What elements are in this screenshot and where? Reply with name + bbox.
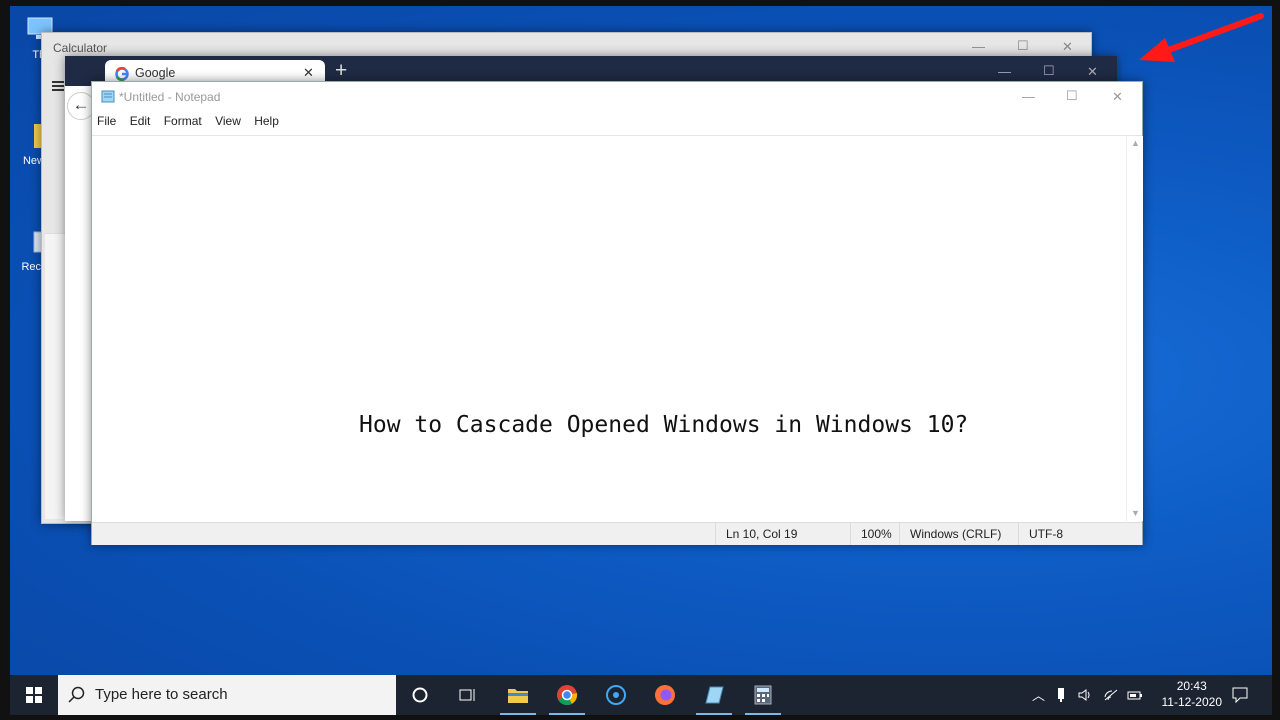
document-text: How to Cascade Opened Windows in Windows…	[359, 412, 969, 438]
menu-bar: File Edit Format View Help	[97, 114, 289, 128]
clock-time: 20:43	[1176, 679, 1207, 693]
calculator-keypad	[45, 233, 65, 519]
task-view-button[interactable]	[446, 675, 490, 715]
menu-view[interactable]: View	[215, 114, 241, 128]
calculator-title: Calculator	[53, 41, 108, 55]
clock-date: 11-12-2020	[1161, 695, 1223, 709]
wifi-icon[interactable]	[1103, 687, 1119, 703]
calculator-icon	[754, 685, 772, 705]
menu-format[interactable]: Format	[164, 114, 202, 128]
minimize-button[interactable]: —	[1022, 89, 1035, 104]
taskbar: Type here to search ︿ 20:43 11-12-2020	[10, 675, 1272, 715]
chrome-icon	[557, 685, 578, 706]
status-bar: Ln 10, Col 19 100% Windows (CRLF) UTF-8	[92, 522, 1142, 545]
maximize-button[interactable]: ☐	[1043, 63, 1055, 79]
menu-file[interactable]: File	[97, 114, 116, 128]
calculator-taskbar-button[interactable]	[741, 675, 785, 715]
close-button[interactable]: ✕	[1112, 89, 1123, 105]
minimize-button[interactable]: —	[972, 39, 985, 54]
tab-title: Google	[135, 66, 176, 80]
google-g-icon	[115, 67, 129, 81]
menu-edit[interactable]: Edit	[130, 114, 151, 128]
cortana-ring-icon	[606, 685, 626, 705]
scroll-up-icon[interactable]: ▲	[1131, 138, 1140, 148]
folder-icon	[508, 689, 528, 703]
cortana-circle-icon	[412, 687, 428, 703]
status-encoding: UTF-8	[1018, 523, 1063, 545]
tab-close-icon[interactable]: ✕	[303, 65, 314, 81]
status-zoom: 100%	[850, 523, 892, 545]
notepad-icon	[705, 686, 724, 704]
notepad-taskbar-button[interactable]	[692, 675, 736, 715]
search-placeholder: Type here to search	[95, 686, 228, 703]
maximize-button[interactable]: ☐	[1066, 88, 1078, 104]
new-tab-button[interactable]: +	[335, 59, 347, 83]
close-button[interactable]: ✕	[1062, 39, 1073, 55]
file-explorer-button[interactable]	[496, 675, 540, 715]
cortana-app-button[interactable]	[594, 675, 638, 715]
firefox-icon	[655, 685, 675, 705]
text-area[interactable]: How to Cascade Opened Windows in Windows…	[92, 136, 1126, 521]
start-button[interactable]	[12, 675, 56, 715]
menu-help[interactable]: Help	[254, 114, 279, 128]
maximize-button[interactable]: ☐	[1017, 38, 1029, 54]
red-arrow-annotation	[1139, 13, 1264, 62]
back-arrow-icon: ←	[72, 95, 90, 114]
status-line-endings: Windows (CRLF)	[899, 523, 1001, 545]
windows-logo-icon	[26, 687, 42, 703]
cortana-button[interactable]	[398, 675, 442, 715]
search-icon	[68, 686, 85, 703]
battery-icon[interactable]	[1126, 687, 1144, 703]
close-button[interactable]: ✕	[1087, 64, 1098, 80]
volume-icon[interactable]	[1077, 687, 1093, 703]
taskbar-search-box[interactable]: Type here to search	[58, 675, 396, 715]
hamburger-menu-icon[interactable]	[52, 81, 64, 91]
notification-center-icon[interactable]	[1231, 686, 1249, 704]
device-icon[interactable]	[1056, 687, 1066, 703]
task-view-icon	[459, 689, 475, 701]
notepad-icon	[101, 90, 115, 103]
clock[interactable]: 20:43 11-12-2020	[1162, 678, 1223, 710]
show-hidden-icons-icon[interactable]: ︿	[1032, 685, 1045, 704]
firefox-button[interactable]	[643, 675, 687, 715]
notepad-window[interactable]: *Untitled - Notepad — ☐ ✕ File Edit Form…	[91, 81, 1143, 545]
chrome-taskbar-button[interactable]	[545, 675, 589, 715]
vertical-scrollbar[interactable]: ▲ ▼	[1126, 136, 1143, 521]
notepad-title: *Untitled - Notepad	[119, 90, 221, 104]
desktop: Thi New Recy Calculator — ☐ ✕ Google ✕ +…	[10, 6, 1272, 675]
status-position: Ln 10, Col 19	[715, 523, 797, 545]
scroll-down-icon[interactable]: ▼	[1131, 508, 1140, 518]
minimize-button[interactable]: —	[998, 64, 1011, 79]
